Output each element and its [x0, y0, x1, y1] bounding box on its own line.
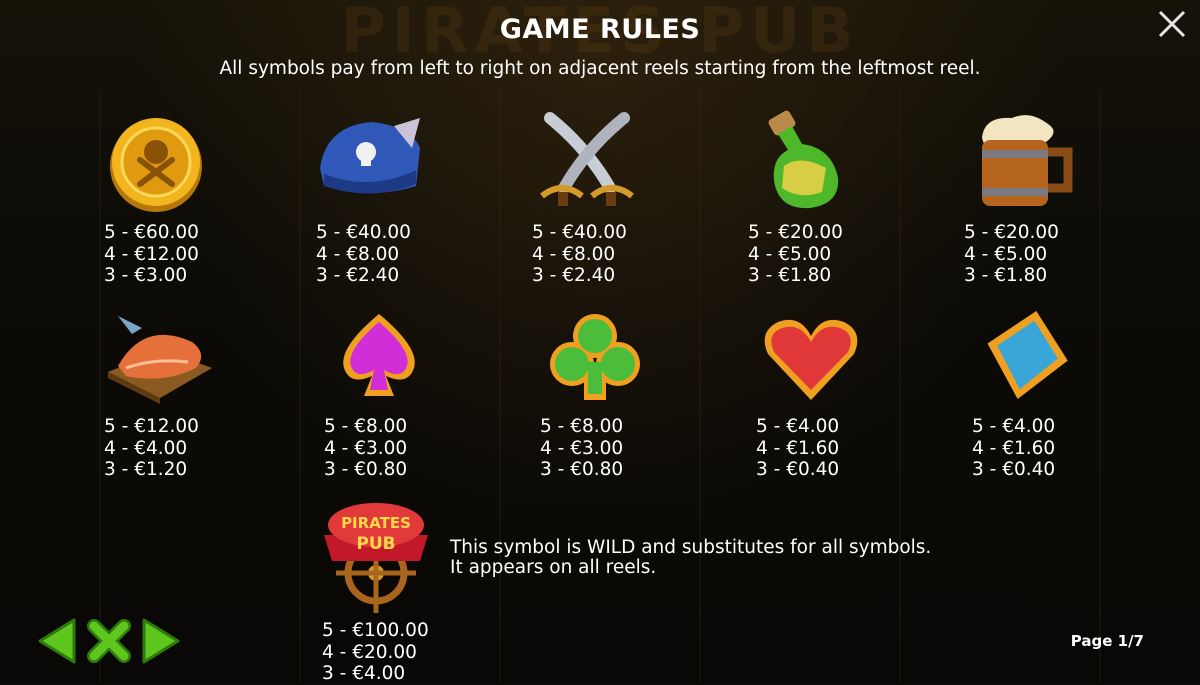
close-button[interactable] [1154, 6, 1190, 42]
pay-3: 3 - €3.00 [104, 265, 188, 286]
symbol-pirate-hat: 5 - €40.00 4 - €8.00 3 - €2.40 [316, 108, 436, 287]
symbol-crossed-swords: 5 - €40.00 4 - €8.00 3 - €2.40 [532, 108, 652, 287]
pay-5: 5 - €12.00 [104, 416, 199, 437]
beer-mug-icon [982, 115, 1073, 206]
symbol-fish-steak: 5 - €12.00 4 - €4.00 3 - €1.20 [104, 302, 224, 481]
symbol-beer-mug: 5 - €20.00 4 - €5.00 3 - €1.80 [964, 108, 1084, 287]
symbol-gold-coin: 5 - €60.00 4 - €12.00 3 - €3.00 [104, 108, 224, 287]
pay-3: 3 - €0.80 [324, 459, 408, 480]
pay-5: 5 - €4.00 [972, 416, 1056, 437]
pay-5: 5 - €60.00 [104, 222, 199, 243]
pay-4: 4 - €20.00 [322, 641, 417, 663]
page-navigation [34, 616, 184, 666]
previous-page-button[interactable] [34, 616, 80, 666]
pay-5: 5 - €8.00 [324, 416, 408, 437]
page-subtitle: All symbols pay from left to right on ad… [219, 58, 981, 79]
x-icon [87, 619, 131, 663]
gold-coin-icon [110, 118, 202, 212]
symbol-diamond: 5 - €4.00 4 - €1.60 3 - €0.40 [972, 302, 1092, 481]
wild-description-line2: It appears on all reels. [450, 557, 657, 578]
club-icon [550, 314, 640, 400]
pay-4: 4 - €12.00 [104, 243, 199, 265]
wild-logo-line1: PIRATES [341, 514, 411, 532]
symbol-spade: 5 - €8.00 4 - €3.00 3 - €0.80 [324, 302, 444, 481]
close-rules-button[interactable] [86, 616, 132, 666]
close-icon [1158, 10, 1186, 38]
arrow-right-icon [142, 618, 180, 664]
pay-3: 3 - €0.80 [540, 459, 624, 480]
pay-5: 5 - €4.00 [756, 416, 840, 437]
pay-4: 4 - €4.00 [104, 437, 188, 459]
pay-3: 3 - €0.40 [756, 459, 840, 480]
pay-5: 5 - €20.00 [748, 222, 843, 243]
pay-3: 3 - €2.40 [532, 265, 616, 286]
heart-icon [764, 319, 858, 400]
spade-icon [343, 314, 415, 396]
pay-4: 4 - €5.00 [748, 243, 832, 265]
pay-3: 3 - €2.40 [316, 265, 400, 286]
wild-description: This symbol is WILD and substitutes for … [450, 538, 1010, 578]
pay-3: 3 - €0.40 [972, 459, 1056, 480]
pay-5: 5 - €40.00 [532, 222, 627, 243]
arrow-left-icon [38, 618, 76, 664]
pirate-hat-icon [320, 118, 420, 194]
page-indicator: Page 1/7 [1070, 632, 1144, 650]
pay-4: 4 - €8.00 [316, 243, 400, 265]
page-title: GAME RULES [499, 14, 701, 45]
rum-bottle-icon [768, 110, 839, 209]
next-page-button[interactable] [138, 616, 184, 666]
header: GAME RULES [0, 14, 1200, 45]
pay-3: 3 - €4.00 [322, 663, 406, 684]
symbol-heart: 5 - €4.00 4 - €1.60 3 - €0.40 [756, 302, 876, 481]
symbol-rum-bottle: 5 - €20.00 4 - €5.00 3 - €1.80 [748, 108, 868, 287]
wild-pays: 5 - €100.00 4 - €20.00 3 - €4.00 [322, 620, 429, 685]
wild-logo-icon: PIRATES PUB [324, 503, 428, 613]
wild-logo-line2: PUB [356, 534, 395, 554]
pay-4: 4 - €1.60 [972, 437, 1056, 459]
pay-5: 5 - €8.00 [540, 416, 624, 437]
pay-5: 5 - €20.00 [964, 222, 1059, 243]
pay-4: 4 - €3.00 [324, 437, 408, 459]
pay-4: 4 - €5.00 [964, 243, 1048, 265]
pay-4: 4 - €8.00 [532, 243, 616, 265]
crossed-swords-icon [540, 112, 634, 206]
pay-5: 5 - €100.00 [322, 620, 429, 641]
wild-description-line1: This symbol is WILD and substitutes for … [450, 537, 932, 558]
pay-3: 3 - €1.80 [748, 265, 832, 286]
fish-steak-icon [108, 316, 212, 404]
pay-4: 4 - €1.60 [756, 437, 840, 459]
pay-5: 5 - €40.00 [316, 222, 411, 243]
pay-3: 3 - €1.20 [104, 459, 188, 480]
symbol-club: 5 - €8.00 4 - €3.00 3 - €0.80 [540, 302, 660, 481]
pay-4: 4 - €3.00 [540, 437, 624, 459]
pay-3: 3 - €1.80 [964, 265, 1048, 286]
diamond-icon [987, 310, 1068, 400]
